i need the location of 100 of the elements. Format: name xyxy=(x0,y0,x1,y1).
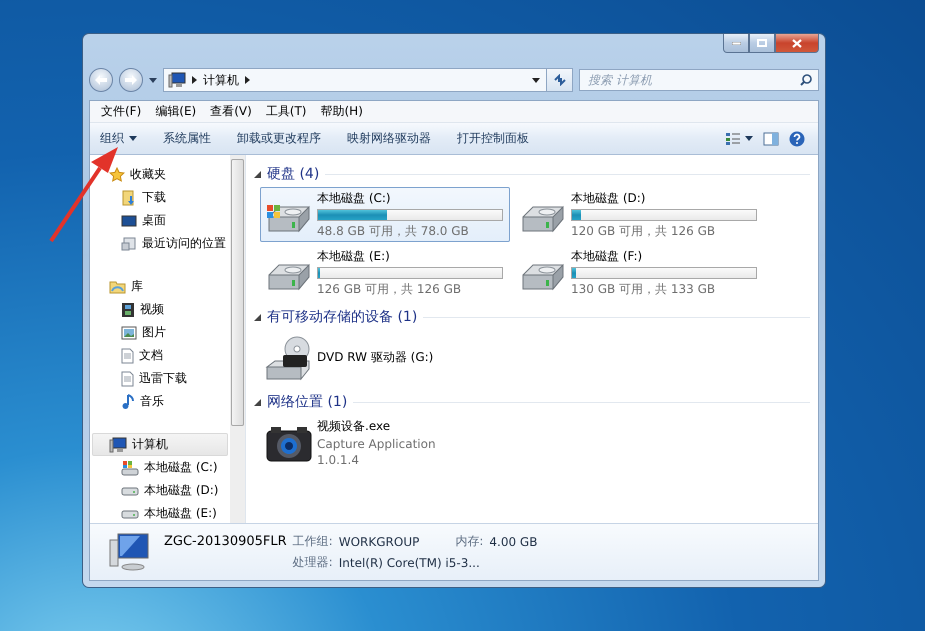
help-icon xyxy=(789,130,805,146)
nav-item[interactable]: 音乐 xyxy=(92,390,228,413)
nav-label: 本地磁盘 (C:) xyxy=(144,459,218,476)
search-field[interactable]: 搜索 计算机 xyxy=(579,69,819,91)
nav-item[interactable]: 本地磁盘 (C:) xyxy=(92,456,228,479)
group-heading[interactable]: 网络位置 (1) xyxy=(267,393,348,411)
nav-item[interactable]: 下载 xyxy=(92,186,228,209)
menu-item[interactable]: 文件(F) xyxy=(94,103,148,120)
nav-item[interactable]: 桌面 xyxy=(92,209,228,232)
picture-icon xyxy=(121,326,137,340)
drive-item[interactable]: DVD RW 驱动器 (G:) xyxy=(260,330,510,385)
library-folder-icon xyxy=(109,279,126,294)
minimize-button[interactable] xyxy=(723,34,749,53)
menu-item[interactable]: 工具(T) xyxy=(258,103,314,120)
maximize-button[interactable] xyxy=(749,34,775,53)
nav-item[interactable]: 收藏夹 xyxy=(92,163,228,186)
forward-button[interactable] xyxy=(119,68,143,92)
download-folder-icon xyxy=(121,190,137,206)
capacity-text: 48.8 GB 可用，共 78.0 GB xyxy=(317,222,470,240)
document-icon xyxy=(121,348,134,364)
nav-item[interactable]: 最近访问的位置 xyxy=(92,232,228,255)
chevron-right-icon xyxy=(245,76,250,84)
network-item[interactable]: 视频设备.exe Capture Application 1.0.1.4 xyxy=(260,415,510,470)
minimize-icon xyxy=(732,42,740,44)
field-label: 内存: xyxy=(455,533,484,550)
breadcrumb-item[interactable]: 计算机 xyxy=(203,72,239,88)
drive-item[interactable]: 本地磁盘 (E:) 126 GB 可用，共 126 GB xyxy=(260,245,510,300)
field-value: Intel(R) Core(TM) i5-3... xyxy=(338,556,481,570)
toolbar-command[interactable]: 映射网络驱动器 xyxy=(347,130,443,147)
nav-item[interactable]: 本地磁盘 (D:) xyxy=(92,479,228,502)
menu-item[interactable]: 查看(V) xyxy=(203,103,259,120)
field-value: WORKGROUP xyxy=(338,534,420,548)
capacity-text: 130 GB 可用，共 133 GB xyxy=(571,280,716,298)
back-button[interactable] xyxy=(89,68,113,92)
chevron-right-icon xyxy=(192,76,197,84)
nav-item[interactable]: 图片 xyxy=(92,321,228,344)
menu-item[interactable]: 编辑(E) xyxy=(148,103,204,120)
drive-item[interactable]: 本地磁盘 (F:) 130 GB 可用，共 133 GB xyxy=(514,245,764,300)
refresh-button[interactable] xyxy=(546,69,572,91)
nav-label: 下载 xyxy=(142,189,166,206)
toolbar-command[interactable]: 组织 xyxy=(100,130,149,147)
arrow-left-icon xyxy=(95,75,107,85)
toolbar-command[interactable]: 打开控制面板 xyxy=(457,130,541,147)
item-version: 1.0.1.4 xyxy=(317,453,360,467)
scrollbar[interactable] xyxy=(230,155,245,523)
nav-item[interactable]: 迅雷下载 xyxy=(92,367,228,390)
nav-item[interactable]: 计算机 xyxy=(92,433,228,456)
nav-label: 收藏夹 xyxy=(130,166,166,183)
computer-name: ZGC-20130905FLR xyxy=(164,534,287,549)
toolbar-command[interactable]: 系统属性 xyxy=(163,130,223,147)
search-icon xyxy=(800,74,812,86)
nav-label: 迅雷下载 xyxy=(139,370,187,387)
document-icon xyxy=(121,370,134,386)
toolbar-command[interactable]: 卸载或更改程序 xyxy=(237,130,333,147)
computer-icon xyxy=(109,436,127,452)
nav-label: 音乐 xyxy=(140,393,164,410)
computer-icon xyxy=(108,532,150,572)
group-heading[interactable]: 硬盘 (4) xyxy=(267,165,320,183)
nav-item[interactable]: 本地磁盘 (E:) xyxy=(92,502,228,523)
computer-icon xyxy=(168,72,186,88)
caret-down-icon xyxy=(129,136,137,141)
item-name: 本地磁盘 (F:) xyxy=(571,248,644,264)
item-name: 本地磁盘 (D:) xyxy=(571,190,646,206)
nav-label: 计算机 xyxy=(132,436,168,453)
item-description: Capture Application xyxy=(317,437,437,451)
windows-drive-icon xyxy=(121,460,139,476)
field-label: 处理器: xyxy=(292,554,333,571)
drive-item[interactable]: 本地磁盘 (C:) 48.8 GB 可用，共 78.0 GB xyxy=(260,187,510,242)
drive-item[interactable]: 本地磁盘 (D:) 120 GB 可用，共 126 GB xyxy=(514,187,764,242)
music-note-icon xyxy=(121,394,135,410)
caret-down-icon xyxy=(745,136,753,141)
close-button[interactable] xyxy=(775,34,819,53)
recent-places-icon xyxy=(121,236,137,252)
nav-label: 文档 xyxy=(139,347,163,364)
hard-drive-icon xyxy=(121,484,139,496)
menu-item[interactable]: 帮助(H) xyxy=(314,103,370,120)
nav-item[interactable]: 视频 xyxy=(92,298,228,321)
refresh-icon xyxy=(552,74,566,86)
preview-pane-icon xyxy=(763,132,779,146)
nav-item[interactable]: 文档 xyxy=(92,344,228,367)
field-label: 工作组: xyxy=(292,533,333,550)
group-heading[interactable]: 有可移动存储的设备 (1) xyxy=(267,308,418,326)
capacity-text: 126 GB 可用，共 126 GB xyxy=(317,280,462,298)
caret-down-icon xyxy=(149,78,157,82)
view-list-icon xyxy=(725,132,741,146)
nav-label: 本地磁盘 (D:) xyxy=(144,482,218,499)
address-field[interactable]: 计算机 xyxy=(163,68,573,92)
field-value: 4.00 GB xyxy=(489,534,538,548)
desktop-icon xyxy=(121,212,137,228)
maximize-icon xyxy=(757,39,767,47)
hard-drive-icon xyxy=(121,508,139,520)
close-icon xyxy=(792,38,802,48)
item-name: 本地磁盘 (E:) xyxy=(317,248,391,264)
nav-label: 桌面 xyxy=(142,212,166,229)
nav-label: 库 xyxy=(131,278,143,295)
star-icon xyxy=(109,166,125,182)
arrow-right-icon xyxy=(125,75,137,85)
nav-label: 视频 xyxy=(140,301,164,318)
nav-item[interactable]: 库 xyxy=(92,275,228,298)
capacity-text: 120 GB 可用，共 126 GB xyxy=(571,222,716,240)
